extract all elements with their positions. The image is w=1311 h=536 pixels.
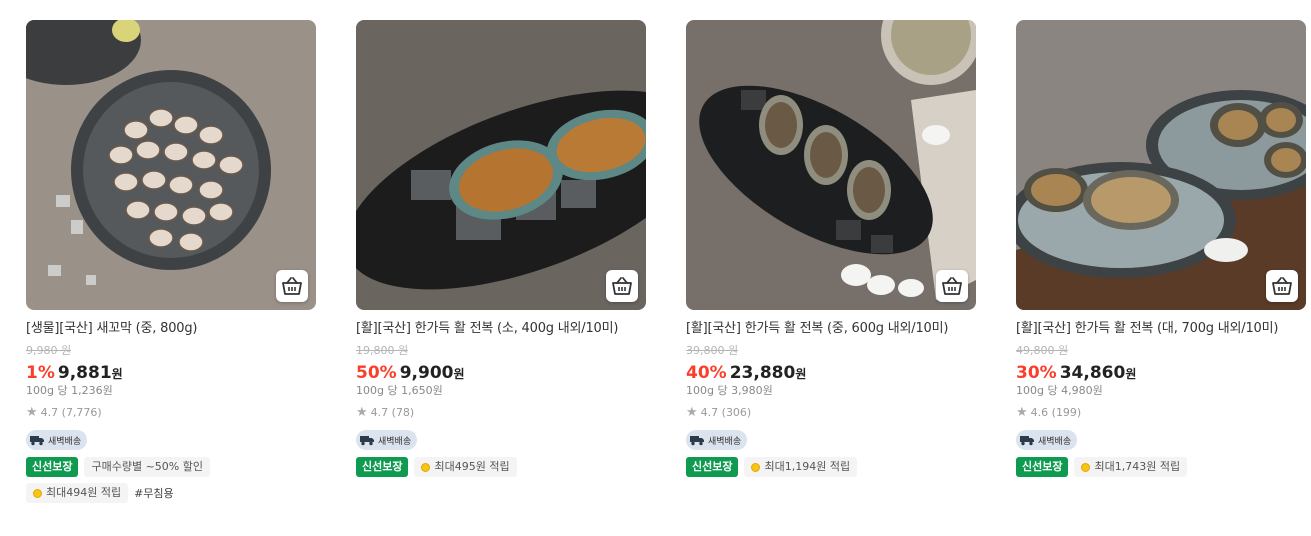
coin-icon (1081, 462, 1091, 472)
rating: ★ 4.7 (7,776) (26, 406, 316, 420)
badge-list: 신선보장 최대1,743원 적립 (1016, 457, 1306, 477)
fresh-guarantee-badge: 신선보장 (686, 457, 739, 477)
coin-icon (33, 488, 42, 498)
rating-text: 4.6 (199) (1030, 406, 1082, 419)
product-card[interactable]: [활][국산] 한가득 활 전복 (중, 600g 내외/10미) 39,800… (686, 20, 976, 477)
product-image[interactable] (356, 20, 646, 310)
fresh-guarantee-badge: 신선보장 (26, 457, 79, 477)
unit-price: 100g 당 4,980원 (1016, 384, 1103, 397)
unit-price: 100g 당 1,236원 (26, 384, 113, 397)
original-price: 9,980 원 (26, 344, 72, 357)
original-price: 39,800 원 (686, 344, 739, 357)
product-title[interactable]: [활][국산] 한가득 활 전복 (소, 400g 내외/10미) (356, 320, 646, 338)
sale-price: 9,881 (57, 363, 112, 383)
product-title[interactable]: [생물][국산] 새꼬막 (중, 800g) (26, 320, 316, 338)
discount-rate: 1% (26, 363, 55, 383)
rating: ★ 4.7 (78) (356, 406, 646, 420)
unit-price: 100g 당 1,650원 (356, 384, 443, 397)
delivery-badge: 새벽배송 (26, 430, 88, 450)
coin-icon (421, 462, 431, 472)
price-row: 40% 23,880원 (686, 362, 976, 384)
rating-text: 4.7 (78) (370, 406, 415, 419)
delivery-label: 새벽배송 (1038, 436, 1072, 447)
badge-list: 신선보장 최대1,194원 적립 (686, 457, 976, 477)
cart-icon (942, 277, 962, 295)
price-row: 1% 9,881원 (26, 362, 316, 384)
star-icon: ★ (356, 405, 368, 420)
delivery-label: 새벽배송 (48, 436, 82, 447)
coin-icon (751, 462, 761, 472)
star-icon: ★ (26, 405, 38, 420)
rating: ★ 4.7 (306) (686, 406, 976, 420)
original-price: 49,800 원 (1016, 344, 1069, 357)
price-row: 30% 34,860원 (1016, 362, 1306, 384)
add-to-cart-button[interactable] (276, 270, 308, 302)
cockles-photo (26, 20, 316, 310)
currency-label: 원 (453, 367, 465, 381)
add-to-cart-button[interactable] (1266, 270, 1298, 302)
delivery-badge: 새벽배송 (686, 430, 748, 450)
abalone-large-photo (1016, 20, 1306, 310)
star-icon: ★ (1016, 405, 1028, 420)
rating-text: 4.7 (306) (700, 406, 752, 419)
product-card[interactable]: [활][국산] 한가득 활 전복 (소, 400g 내외/10미) 19,800… (356, 20, 646, 477)
truck-icon (1020, 436, 1034, 446)
delivery-badge: 새벽배송 (1016, 430, 1078, 450)
cart-icon (1272, 277, 1292, 295)
product-title[interactable]: [활][국산] 한가득 활 전복 (중, 600g 내외/10미) (686, 320, 976, 338)
badge-list: 신선보장 최대495원 적립 (356, 457, 646, 477)
points-text: 최대494원 적립 (46, 486, 122, 499)
unit-price: 100g 당 3,980원 (686, 384, 773, 397)
delivery-label: 새벽배송 (378, 436, 412, 447)
product-image[interactable] (26, 20, 316, 310)
discount-rate: 30% (1016, 363, 1057, 383)
rating: ★ 4.6 (199) (1016, 406, 1306, 420)
discount-rate: 50% (356, 363, 397, 383)
points-text: 최대495원 적립 (434, 460, 510, 473)
cart-icon (282, 277, 302, 295)
hashtag[interactable]: #무침용 (134, 485, 174, 501)
delivery-label: 새벽배송 (708, 436, 742, 447)
sale-price: 23,880 (729, 363, 796, 383)
product-image[interactable] (686, 20, 976, 310)
product-card[interactable]: [활][국산] 한가득 활 전복 (대, 700g 내외/10미) 49,800… (1016, 20, 1306, 477)
original-price: 19,800 원 (356, 344, 409, 357)
badge-list: 신선보장 구매수량별 ~50% 할인 최대494원 적립 #무침용 (26, 457, 316, 503)
points-badge: 최대1,194원 적립 (744, 457, 858, 477)
points-badge: 최대494원 적립 (26, 483, 129, 503)
points-text: 최대1,743원 적립 (1094, 460, 1181, 473)
price-row: 50% 9,900원 (356, 362, 646, 384)
abalone-small-photo (356, 20, 646, 310)
star-icon: ★ (686, 405, 698, 420)
truck-icon (30, 436, 44, 446)
fresh-guarantee-badge: 신선보장 (1016, 457, 1069, 477)
add-to-cart-button[interactable] (936, 270, 968, 302)
discount-rate: 40% (686, 363, 727, 383)
truck-icon (690, 436, 704, 446)
currency-label: 원 (1125, 367, 1137, 381)
product-title[interactable]: [활][국산] 한가득 활 전복 (대, 700g 내외/10미) (1016, 320, 1306, 338)
product-image[interactable] (1016, 20, 1306, 310)
sale-price: 9,900 (399, 363, 454, 383)
points-text: 최대1,194원 적립 (764, 460, 851, 473)
truck-icon (360, 436, 374, 446)
product-card[interactable]: [생물][국산] 새꼬막 (중, 800g) 9,980 원 1% 9,881원 … (26, 20, 316, 503)
quantity-discount-badge: 구매수량별 ~50% 할인 (84, 457, 210, 477)
add-to-cart-button[interactable] (606, 270, 638, 302)
delivery-badge: 새벽배송 (356, 430, 418, 450)
currency-label: 원 (795, 367, 807, 381)
points-badge: 최대1,743원 적립 (1074, 457, 1188, 477)
abalone-medium-photo (686, 20, 976, 310)
sale-price: 34,860 (1059, 363, 1126, 383)
rating-text: 4.7 (7,776) (40, 406, 102, 419)
cart-icon (612, 277, 632, 295)
currency-label: 원 (111, 367, 123, 381)
fresh-guarantee-badge: 신선보장 (356, 457, 409, 477)
points-badge: 최대495원 적립 (414, 457, 517, 477)
